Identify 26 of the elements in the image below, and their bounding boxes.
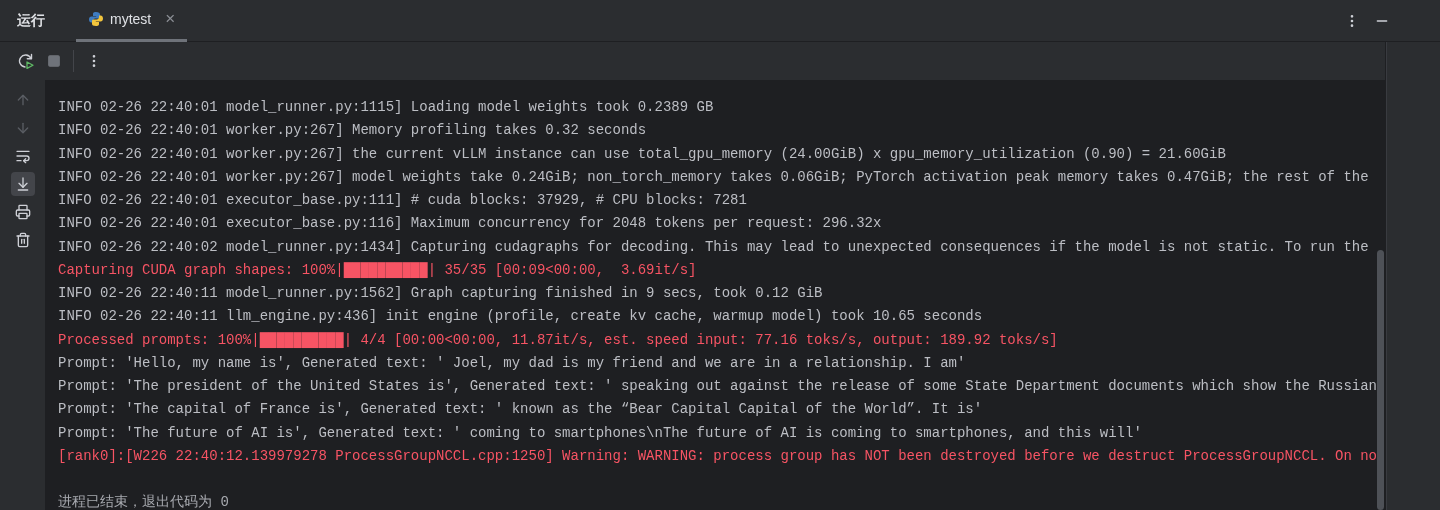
close-tab-button[interactable]: × bbox=[165, 6, 176, 32]
console-line: INFO 02-26 22:40:11 llm_engine.py:436] init engine (profile, create kv cache, warmup model) took 10.65 seconds bbox=[58, 307, 983, 327]
console-line: INFO 02-26 22:40:01 worker.py:267] Memory profiling takes 0.32 seconds bbox=[58, 121, 647, 141]
console-line: INFO 02-26 22:40:11 model_runner.py:1562] Graph capturing finished in 9 secs, took 0.12 GiB bbox=[58, 284, 823, 303]
console-line: Prompt: 'The future of AI is', Generated text: ' coming to smartphones\nThe future of AI is coming to smartphones, and this will' bbox=[58, 423, 1142, 443]
console-line: INFO 02-26 22:40:01 model_runner.py:1115] Loading model weights took 0.2389 GB bbox=[58, 98, 714, 117]
console-line: INFO 02-26 22:40:01 worker.py:267] the current vLLM instance can use total_gpu_memory (24.00GiB) x gpu_memory_utilization (0.90) = 21.60GiB bbox=[58, 144, 1226, 164]
rerun-icon[interactable] bbox=[17, 52, 35, 70]
console-line: Processed prompts: 100%|██████████| 4/4 [00:00<00:00, 11.87it/s, est. speed input: 77.16 toks/s, output: 189.92 toks/s] bbox=[58, 330, 1058, 350]
console-line: Prompt: 'The capital of France is', Generated text: ' known as the “Bear Capital Capital of the World”. It is' bbox=[58, 400, 983, 420]
python-icon bbox=[88, 11, 104, 27]
scrollbar-thumb[interactable] bbox=[1377, 250, 1384, 510]
console-line: INFO 02-26 22:40:01 executor_base.py:111] # cuda blocks: 37929, # CPU blocks: 7281 bbox=[58, 191, 747, 210]
exit-message: 进程已结束，退出代码为 0 bbox=[58, 493, 229, 510]
console-line: INFO 02-26 22:40:01 executor_base.py:116] Maximum concurrency for 2048 tokens per request: 296.32x bbox=[58, 214, 882, 234]
console-line: Prompt: 'Hello, my name is', Generated text: ' Joel, my dad is my friend and we are in a relationship. I am' bbox=[58, 353, 966, 373]
console-line: INFO 02-26 22:40:02 model_runner.py:1434] Capturing cudagraphs for decoding. This may lead to unexpected consequences if the model is not static. To run the bbox=[58, 237, 1369, 257]
console-line: INFO 02-26 22:40:01 worker.py:267] model weights take 0.24GiB; non_torch_memory takes 0.06GiB; PyTorch activation peak memory takes 0.47GiB; the rest of the bbox=[58, 167, 1369, 187]
run-tab[interactable]: mytest × bbox=[76, 0, 188, 42]
scroll-to-end-icon[interactable] bbox=[10, 172, 35, 196]
panel-title: 运行 bbox=[16, 11, 46, 30]
console-line: Capturing CUDA graph shapes: 100%|██████████| 35/35 [00:09<00:00, 3.69it/s] bbox=[58, 260, 697, 280]
console-line: Prompt: 'The president of the United States is', Generated text: ' speaking out against the release of some State Department documents which show the Russian bbox=[58, 377, 1377, 396]
stop-icon[interactable] bbox=[47, 54, 61, 68]
console-line: [rank0]:[W226 22:40:12.139979278 ProcessGroupNCCL.cpp:1250] Warning: WARNING: process group has NOT been destroyed before we destruct ProcessGroupNCCL. On no bbox=[58, 446, 1377, 466]
tab-label: mytest bbox=[110, 9, 152, 29]
